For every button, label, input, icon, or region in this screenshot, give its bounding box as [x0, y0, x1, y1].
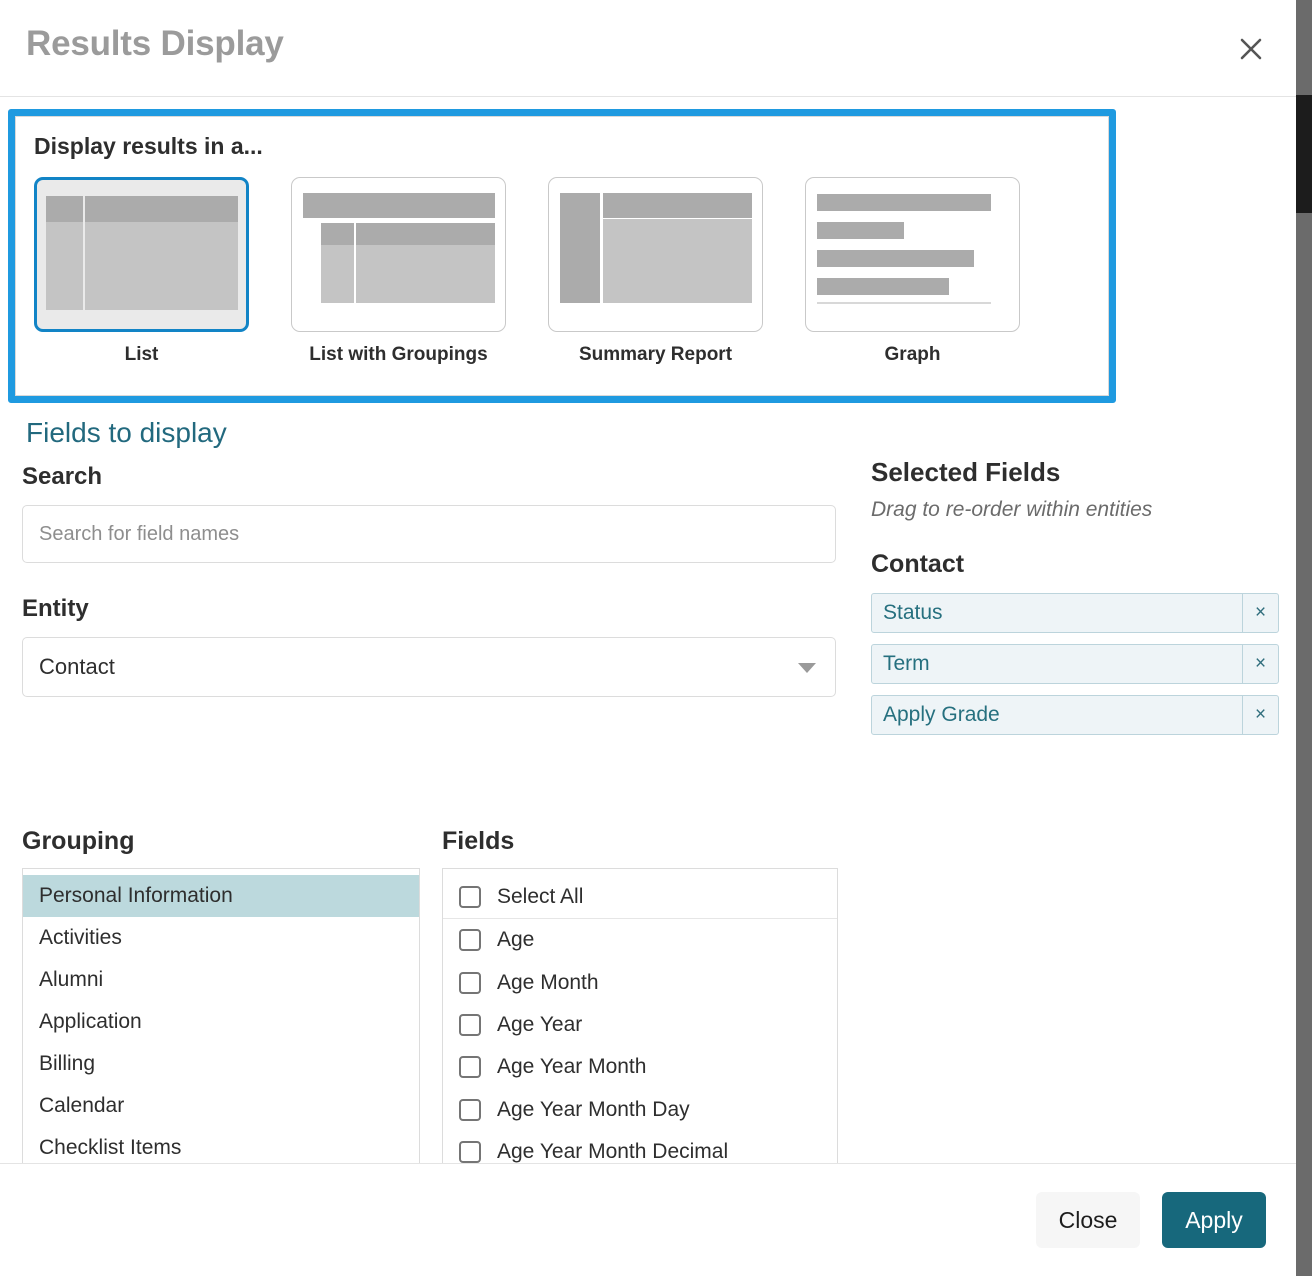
field-label-age-year-month-day: Age Year Month Day [497, 1098, 690, 1122]
checkbox-icon-age-month[interactable] [459, 972, 481, 994]
summary-report-thumbnail-icon [548, 177, 763, 332]
selected-fields-entity-heading: Contact [871, 550, 1281, 579]
results-display-dialog: Results Display Display results in a... [0, 0, 1296, 1276]
selected-field-chip-term-label: Term [872, 645, 1242, 683]
checkbox-icon-age-year-month-day[interactable] [459, 1099, 481, 1121]
field-label-age-year-month-decimal: Age Year Month Decimal [497, 1140, 728, 1164]
field-label-age-month: Age Month [497, 971, 599, 995]
dialog-footer: Close Apply [0, 1163, 1296, 1276]
field-row-select-all[interactable]: Select All [443, 875, 837, 919]
display-option-summary-report-label: Summary Report [579, 344, 732, 366]
dialog-body: Display results in a... List [0, 97, 1296, 1163]
display-results-panel: Display results in a... List [8, 109, 1116, 403]
checkbox-icon-age-year-month[interactable] [459, 1056, 481, 1078]
field-row-age[interactable]: Age [443, 919, 837, 961]
field-row-age-year-month-day[interactable]: Age Year Month Day [443, 1089, 837, 1131]
checkbox-icon-age[interactable] [459, 929, 481, 951]
display-results-title: Display results in a... [34, 133, 263, 160]
field-row-age-year[interactable]: Age Year [443, 1004, 837, 1046]
selected-field-chip-apply-grade[interactable]: Apply Grade × [871, 695, 1279, 735]
page-scrollbar-thumb[interactable] [1296, 95, 1312, 213]
entity-select[interactable]: Contact [22, 637, 836, 697]
grouping-item-application[interactable]: Application [23, 1001, 419, 1043]
selected-fields-heading: Selected Fields [871, 457, 1281, 488]
display-option-summary-report[interactable]: Summary Report [548, 177, 763, 366]
selected-field-chip-status-label: Status [872, 594, 1242, 632]
checkbox-icon-select-all[interactable] [459, 886, 481, 908]
entity-label: Entity [22, 595, 838, 623]
display-results-panel-inner: Display results in a... List [15, 116, 1109, 396]
fields-to-display-heading: Fields to display [26, 417, 227, 449]
apply-button[interactable]: Apply [1162, 1192, 1266, 1248]
dialog-header: Results Display [0, 0, 1296, 97]
display-option-list-label: List [125, 344, 159, 366]
field-row-age-year-month[interactable]: Age Year Month [443, 1046, 837, 1088]
selected-fields-hint: Drag to re-order within entities [871, 498, 1281, 522]
display-option-list[interactable]: List [34, 177, 249, 366]
grouping-item-personal-information[interactable]: Personal Information [23, 875, 419, 917]
display-mode-options: List List with Groupings [34, 177, 1020, 366]
page-scrollbar[interactable] [1296, 0, 1312, 1276]
graph-thumbnail-icon [805, 177, 1020, 332]
remove-icon-apply-grade[interactable]: × [1242, 696, 1278, 734]
grouping-item-billing[interactable]: Billing [23, 1043, 419, 1085]
close-button[interactable]: Close [1036, 1192, 1140, 1248]
search-label: Search [22, 463, 838, 491]
remove-icon-status[interactable]: × [1242, 594, 1278, 632]
page-title: Results Display [26, 24, 284, 64]
remove-icon-term[interactable]: × [1242, 645, 1278, 683]
field-row-age-month[interactable]: Age Month [443, 961, 837, 1003]
display-option-graph[interactable]: Graph [805, 177, 1020, 366]
selected-fields-column: Selected Fields Drag to re-order within … [871, 457, 1281, 746]
entity-select-value: Contact [39, 654, 115, 680]
display-option-list-with-groupings-label: List with Groupings [309, 344, 487, 366]
field-label-age-year: Age Year [497, 1013, 582, 1037]
display-option-graph-label: Graph [885, 344, 941, 366]
checkbox-icon-age-year-month-decimal[interactable] [459, 1141, 481, 1163]
fields-left-column: Search Entity Contact [22, 463, 838, 697]
display-option-list-with-groupings[interactable]: List with Groupings [291, 177, 506, 366]
grouping-item-activities[interactable]: Activities [23, 917, 419, 959]
fields-label: Fields [442, 827, 838, 856]
checkbox-icon-age-year[interactable] [459, 1014, 481, 1036]
grouping-item-calendar[interactable]: Calendar [23, 1085, 419, 1127]
field-label-age-year-month: Age Year Month [497, 1055, 646, 1079]
search-input[interactable] [22, 505, 836, 563]
grouping-item-alumni[interactable]: Alumni [23, 959, 419, 1001]
selected-field-chip-apply-grade-label: Apply Grade [872, 696, 1242, 734]
close-icon[interactable] [1232, 30, 1270, 68]
list-thumbnail-icon [34, 177, 249, 332]
field-label-age: Age [497, 928, 534, 952]
list-with-groupings-thumbnail-icon [291, 177, 506, 332]
selected-field-chip-term[interactable]: Term × [871, 644, 1279, 684]
entity-select-wrap: Contact [22, 637, 836, 697]
grouping-label: Grouping [22, 827, 420, 856]
selected-field-chip-status[interactable]: Status × [871, 593, 1279, 633]
field-label-select-all: Select All [497, 885, 583, 909]
